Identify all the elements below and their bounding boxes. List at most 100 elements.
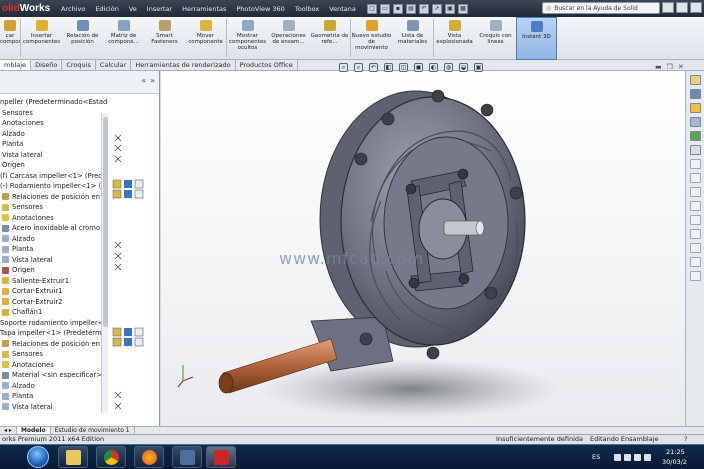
ribbon-button-12[interactable]: Croquis con líneas (475, 17, 516, 60)
circle-tool-icon[interactable] (690, 173, 701, 183)
tab-1[interactable]: Diseño (31, 60, 63, 70)
ribbon-button-13[interactable]: Instant 3D (516, 17, 557, 60)
graphics-area[interactable]: www.mfcad.com (161, 71, 685, 426)
menu-ver[interactable]: Ve (124, 5, 142, 13)
taskbar-firefox[interactable] (134, 446, 164, 468)
menu-ventana[interactable]: Ventana (324, 5, 361, 13)
tree-item[interactable]: npeller (Predeterminado<Estado d (0, 97, 108, 108)
menu-toolbox[interactable]: Toolbox (290, 5, 324, 13)
ribbon-button-6[interactable]: Mostrar componentes ocultos (227, 17, 268, 60)
display-style-icon[interactable]: ◼ (414, 63, 423, 72)
tree-item[interactable]: Material <sin especificar> (0, 370, 108, 381)
edit-appearance-icon[interactable]: ◍ (444, 63, 453, 72)
menu-archivo[interactable]: Archivo (56, 5, 90, 13)
tree-item[interactable]: (-) Rodamiento impeller<1> (Pr (0, 181, 108, 192)
scroll-thumb[interactable] (103, 117, 108, 327)
ribbon-button-7[interactable]: Operaciones de ensam... (268, 17, 309, 60)
ribbon-button-0[interactable]: car componente (0, 17, 20, 60)
flag-icon[interactable] (624, 454, 631, 461)
minimize-icon[interactable]: _ (676, 2, 688, 13)
select-icon[interactable]: ➚ (431, 3, 442, 14)
tree-item[interactable]: Anotaciones (0, 118, 108, 129)
tree-item[interactable]: Planta (0, 391, 108, 402)
previous-view-icon[interactable]: ↶ (369, 63, 378, 72)
tree-item[interactable]: Acero inoxidable al cromo (0, 223, 108, 234)
tree-item[interactable]: Soporte rodamiento impeller<1 (0, 318, 108, 329)
undo-icon[interactable]: ↶ (418, 3, 429, 14)
tree-item[interactable]: Relaciones de posición en In (0, 339, 108, 350)
tree-item[interactable]: Origen (0, 160, 108, 171)
viewport-close-icon[interactable]: ✕ (678, 63, 684, 71)
view-orientation-icon[interactable]: ◫ (399, 63, 408, 72)
tree-item[interactable]: Cortar-Extruir1 (0, 286, 108, 297)
line-tool-icon[interactable] (690, 215, 701, 225)
tree-item[interactable]: Sensores (0, 108, 108, 119)
pan-tool-icon[interactable] (690, 243, 701, 253)
file-explorer-icon[interactable] (690, 103, 701, 113)
ribbon-button-9[interactable]: Nuevo estudio de movimiento (351, 17, 392, 60)
tab-nav-arrows[interactable]: ◂ ▸ (0, 427, 17, 434)
ribbon-button-10[interactable]: Lista de materiales (392, 17, 433, 60)
tree-item[interactable]: Alzado (0, 129, 108, 140)
tree-item[interactable]: Planta (0, 244, 108, 255)
custom-properties-icon[interactable] (690, 145, 701, 155)
start-button[interactable] (27, 446, 49, 468)
tab-modelo[interactable]: Modelo (16, 427, 51, 434)
view-settings-icon[interactable]: ▣ (474, 63, 483, 72)
taskbar-explorer[interactable] (58, 446, 88, 468)
collapse-left-icon[interactable]: « (141, 76, 146, 85)
help-search-input[interactable]: ◎ Buscar en la Ayuda de Solid (542, 2, 660, 14)
section-view-icon[interactable]: ◧ (384, 63, 393, 72)
tree-item[interactable]: Saliente-Extruir1 (0, 276, 108, 287)
ribbon-button-1[interactable]: Insertar componentes (21, 17, 62, 60)
rebuild-icon[interactable]: ▣ (444, 3, 455, 14)
tree-item[interactable]: Vista lateral (0, 150, 108, 161)
tree-item[interactable]: Sensores (0, 202, 108, 213)
expand-right-icon[interactable]: » (150, 76, 155, 85)
taskbar-solidworks[interactable] (206, 446, 236, 468)
design-library-icon[interactable] (690, 89, 701, 99)
hide-show-icon[interactable]: ◐ (429, 63, 438, 72)
zoom-area-icon[interactable]: ⌕ (354, 63, 363, 72)
tab-3[interactable]: Calcular (96, 60, 132, 70)
zoom-tool-icon[interactable] (690, 271, 701, 281)
zoom-fit-icon[interactable]: ⌕ (339, 63, 348, 72)
tray-icon-1[interactable] (614, 454, 621, 461)
tree-item[interactable]: Planta (0, 139, 108, 150)
ribbon-button-11[interactable]: Vista explosionada (434, 17, 475, 60)
viewport-restore-icon[interactable]: ❐ (667, 63, 673, 71)
tree-item[interactable]: Relaciones de posición en Im (0, 192, 108, 203)
volume-icon[interactable] (644, 454, 651, 461)
viewport-minimize-icon[interactable]: ▬ (655, 63, 662, 71)
tab-0[interactable]: mblaje (0, 60, 32, 70)
tree-item[interactable]: Tapa impeller<1> (Predetermin (0, 328, 108, 339)
restore-icon[interactable]: ❐ (690, 2, 702, 13)
tree-item[interactable]: Cortar-Extruir2 (0, 297, 108, 308)
open-folder-icon[interactable]: ▭ (379, 3, 390, 14)
tree-item[interactable]: Vista lateral (0, 255, 108, 266)
tree-item[interactable]: Anotaciones (0, 213, 108, 224)
tree-item[interactable]: Alzado (0, 234, 108, 245)
tab-motion-study[interactable]: Estudio de movimiento 1 (51, 427, 135, 434)
tree-item[interactable]: Vista lateral (0, 402, 108, 413)
taskbar-solidworks-inactive[interactable] (172, 446, 202, 468)
rotate-tool-icon[interactable] (690, 229, 701, 239)
tree-item[interactable]: Chaflán1 (0, 307, 108, 318)
tree-item[interactable]: Sensores (0, 349, 108, 360)
view-palette-icon[interactable] (690, 117, 701, 127)
measure-tool-icon[interactable] (690, 257, 701, 267)
tree-item[interactable]: Origen (0, 265, 108, 276)
tree-item[interactable]: Alzado (0, 381, 108, 392)
sketch-tool-icon[interactable] (690, 159, 701, 169)
menu-insertar[interactable]: Insertar (142, 5, 177, 13)
taskbar-chrome[interactable] (96, 446, 126, 468)
save-icon[interactable]: ▪ (392, 3, 403, 14)
arc-tool-icon[interactable] (690, 187, 701, 197)
menu-edicion[interactable]: Edición (90, 5, 124, 13)
print-icon[interactable]: ▤ (405, 3, 416, 14)
resources-icon[interactable] (690, 75, 701, 85)
status-help-icon[interactable]: ? (684, 435, 687, 444)
tab-2[interactable]: Croquis (62, 60, 96, 70)
tab-4[interactable]: Herramientas de renderizado (131, 60, 236, 70)
new-document-icon[interactable]: □ (366, 3, 377, 14)
